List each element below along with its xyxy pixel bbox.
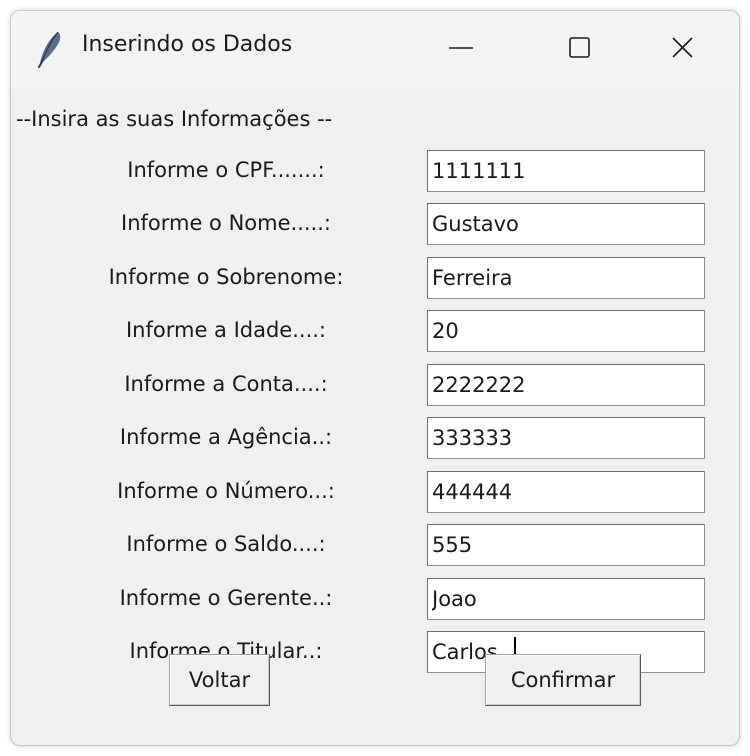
minimize-button[interactable] — [397, 11, 517, 89]
form-row-sobrenome: Informe o Sobrenome: — [11, 253, 739, 303]
title-bar[interactable]: Inserindo os Dados — [11, 11, 739, 89]
numero-label: Informe o Número...: — [117, 479, 335, 503]
gerente-label: Informe o Gerente..: — [119, 586, 333, 610]
saldo-input[interactable] — [427, 524, 705, 566]
back-button[interactable]: Voltar — [169, 654, 270, 706]
form-row-numero: Informe o Número...: — [11, 467, 739, 517]
conta-input[interactable] — [427, 364, 705, 406]
nome-label: Informe o Nome.....: — [121, 211, 331, 235]
form-row-idade: Informe a Idade....: — [11, 306, 739, 356]
form-row-cpf: Informe o CPF.......: — [11, 146, 739, 196]
numero-input[interactable] — [427, 471, 705, 513]
sobrenome-label: Informe o Sobrenome: — [108, 265, 344, 289]
cpf-input[interactable] — [427, 150, 705, 192]
sobrenome-input[interactable] — [427, 257, 705, 299]
nome-input[interactable] — [427, 203, 705, 245]
app-window: Inserindo os Dados --Insira as suas Info… — [10, 10, 740, 746]
window-title: Inserindo os Dados — [82, 32, 293, 57]
gerente-input[interactable] — [427, 578, 705, 620]
confirm-button[interactable]: Confirmar — [485, 654, 641, 706]
idade-input[interactable] — [427, 310, 705, 352]
close-icon — [672, 37, 693, 58]
feather-icon — [31, 29, 67, 69]
idade-label: Informe a Idade....: — [125, 318, 327, 342]
form-row-nome: Informe o Nome.....: — [11, 199, 739, 249]
form-area: --Insira as suas Informações -- Informe … — [11, 89, 739, 745]
agencia-input[interactable] — [427, 417, 705, 459]
conta-label: Informe a Conta....: — [124, 372, 328, 396]
close-button[interactable] — [619, 11, 739, 89]
form-row-saldo: Informe o Saldo....: — [11, 520, 739, 570]
form-row-conta: Informe a Conta....: — [11, 360, 739, 410]
agencia-label: Informe a Agência..: — [119, 425, 333, 449]
form-row-gerente: Informe o Gerente..: — [11, 574, 739, 624]
cpf-label: Informe o CPF.......: — [127, 158, 325, 182]
saldo-label: Informe o Saldo....: — [126, 532, 326, 556]
form-header: --Insira as suas Informações -- — [16, 107, 333, 131]
form-row-agencia: Informe a Agência..: — [11, 413, 739, 463]
minimize-icon — [449, 47, 473, 49]
